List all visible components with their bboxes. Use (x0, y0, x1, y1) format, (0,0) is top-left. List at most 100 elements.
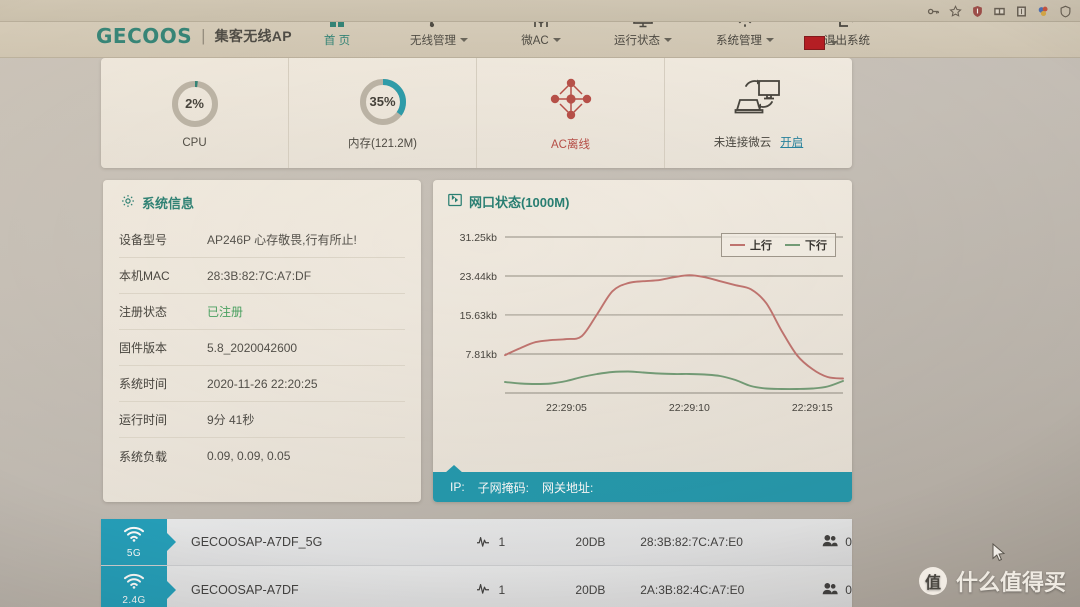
info-value: 5.8_2020042600 (207, 340, 298, 355)
wallet-icon[interactable] (993, 5, 1006, 18)
legend-label-download: 下行 (805, 240, 827, 252)
signal-icon (476, 535, 490, 550)
brand-subtitle: 集客无线AP (214, 28, 292, 44)
chart-x-tick: 22:29:05 (546, 402, 587, 414)
cloud-enable-link[interactable]: 开启 (780, 134, 803, 150)
info-value: 2020-11-26 22:20:25 (207, 376, 318, 391)
info-row-uptime: 运行时间 9分 41秒 (119, 402, 405, 438)
ssid-users-cell: 0 (812, 519, 852, 565)
band-tag-5g: 5G (101, 519, 167, 565)
info-key: 本机MAC (119, 269, 170, 283)
shield-icon[interactable] (971, 5, 984, 18)
brand-logo: GECOOS | 集客无线AP (96, 24, 292, 48)
signal-icon (476, 582, 490, 597)
ssid-channel-cell: 1 (441, 566, 541, 607)
system-info-title-text: 系统信息 (142, 196, 195, 211)
stat-ac: AC离线 (477, 58, 665, 168)
info-row-systime: 系统时间 2020-11-26 22:20:25 (119, 366, 405, 402)
ip-info-bar: IP: 子网掩码: 网关地址: (433, 465, 852, 502)
chevron-down-icon[interactable] (830, 41, 838, 45)
umbrella-icon[interactable] (1059, 5, 1072, 18)
chevron-down-icon[interactable] (552, 38, 561, 42)
wifi-icon (123, 526, 145, 547)
chart-y-tick: 7.81kb (465, 349, 497, 361)
wifi-icon (123, 573, 145, 594)
table-row[interactable]: 5G GECOOSAP-A7DF_5G 1 20DB 28:3B:82:7C:A… (101, 519, 852, 566)
key-icon[interactable] (927, 5, 940, 18)
legend-item-upload[interactable]: 上行 (730, 237, 772, 253)
users-icon (822, 582, 838, 598)
table-row[interactable]: 2.4G GECOOSAP-A7DF 1 20DB 2A:3B:82:4C:A7… (101, 566, 852, 607)
ssid-channel-cell: 1 (441, 519, 541, 565)
nav-text-wireless: 无线管理 (410, 35, 456, 47)
info-value: AP246P 心存敬畏,行有所止! (207, 233, 357, 247)
ssid-mac: 2A:3B:82:4C:A7:E0 (640, 582, 745, 597)
cloud-sync-icon (734, 76, 784, 127)
nav-label-system: 系统管理 (716, 32, 774, 48)
cpu-donut: 2% (169, 78, 221, 130)
ssid-power: 20DB (575, 582, 606, 597)
memory-donut: 35% (357, 76, 409, 128)
chevron-down-icon[interactable] (460, 38, 468, 42)
memory-value: 35% (369, 94, 396, 109)
legend-swatch-upload (730, 244, 745, 246)
network-chart-card: 网口状态(1000M) 7.81kb 15.63kb 23.44kb 31.25kb … (433, 180, 852, 502)
network-nodes-icon (546, 74, 596, 129)
cpu-caption: CPU (182, 136, 207, 149)
mouse-cursor (992, 543, 1006, 562)
chart-y-tick: 31.25kb (460, 232, 498, 244)
info-key: 注册状态 (119, 305, 168, 319)
info-key: 设备型号 (119, 233, 168, 247)
chart-y-tick: 15.63kb (460, 310, 498, 322)
network-chart-title-text: 网口状态(1000M) (469, 195, 570, 210)
cloud-caption: 未连接微云 (713, 137, 772, 149)
site-watermark: 值 什么值得买 (918, 565, 1066, 597)
chart-x-tick-labels: 22:29:05 22:29:10 22:29:15 (546, 402, 833, 414)
stat-memory: 35% 内存(121.2M) (289, 58, 477, 168)
page-content: 2% CPU 35% 内存(121.2M) AC离线 未连接微云 开启 系统信息… (0, 58, 1080, 607)
browser-extension-icons (927, 2, 1072, 20)
info-key: 固件版本 (119, 341, 168, 355)
info-row-mac: 本机MAC 28:3B:82:7C:A7:DF (119, 258, 405, 294)
ssid-channel: 1 (498, 535, 506, 549)
network-chart-plot: 7.81kb 15.63kb 23.44kb 31.25kb 22:29:05 22:2… (433, 215, 852, 435)
ac-caption: AC离线 (551, 139, 590, 151)
gateway-label: 网关地址: (542, 480, 594, 495)
translate-icon[interactable] (1015, 5, 1028, 18)
star-icon[interactable] (949, 4, 962, 18)
nav-text-status: 运行状态 (614, 35, 660, 47)
info-row-firmware: 固件版本 5.8_2020042600 (119, 330, 405, 366)
nav-text-home: 首 页 (323, 35, 351, 47)
info-row-loadavg: 系统负载 0.09, 0.09, 0.05 (119, 438, 405, 474)
info-row-registration: 注册状态 已注册 (119, 294, 405, 330)
chart-legend: 上行 下行 (721, 233, 836, 257)
colors-icon[interactable] (1037, 5, 1050, 18)
chart-series-download (504, 370, 844, 391)
chart-y-tick: 23.44kb (460, 271, 498, 283)
registration-status-badge: 已注册 (207, 305, 244, 319)
ssid-users-cell: 0 (812, 566, 852, 607)
legend-item-download[interactable]: 下行 (785, 237, 827, 253)
ssid-channel: 1 (498, 582, 506, 597)
info-value: 28:3B:82:7C:A7:DF (207, 268, 312, 283)
subnet-mask-label: 子网掩码: (477, 480, 530, 495)
legend-label-upload: 上行 (750, 240, 772, 252)
ssid-mac: 28:3B:82:7C:A7:E0 (640, 535, 743, 549)
brand-divider: | (201, 26, 206, 45)
chart-x-tick: 22:29:10 (669, 402, 710, 414)
nav-label-home: 首 页 (324, 32, 350, 48)
info-value: 9分 41秒 (207, 413, 255, 427)
chevron-down-icon[interactable] (766, 38, 774, 42)
chart-x-tick: 22:29:15 (792, 402, 833, 414)
language-selector[interactable] (804, 36, 838, 50)
gear-icon (121, 194, 135, 211)
chevron-down-icon[interactable] (664, 38, 672, 42)
info-row-model: 设备型号 AP246P 心存敬畏,行有所止! (119, 222, 405, 258)
band-tag-24g: 2.4G (101, 566, 167, 607)
brand-name: GECOOS (96, 24, 193, 48)
legend-swatch-download (785, 244, 800, 246)
stat-cpu: 2% CPU (101, 58, 289, 168)
ssid-user-count: 0 (845, 535, 852, 549)
chart-y-tick-labels: 7.81kb 15.63kb 23.44kb 31.25kb (460, 232, 498, 361)
nav-label-status: 运行状态 (614, 32, 672, 48)
